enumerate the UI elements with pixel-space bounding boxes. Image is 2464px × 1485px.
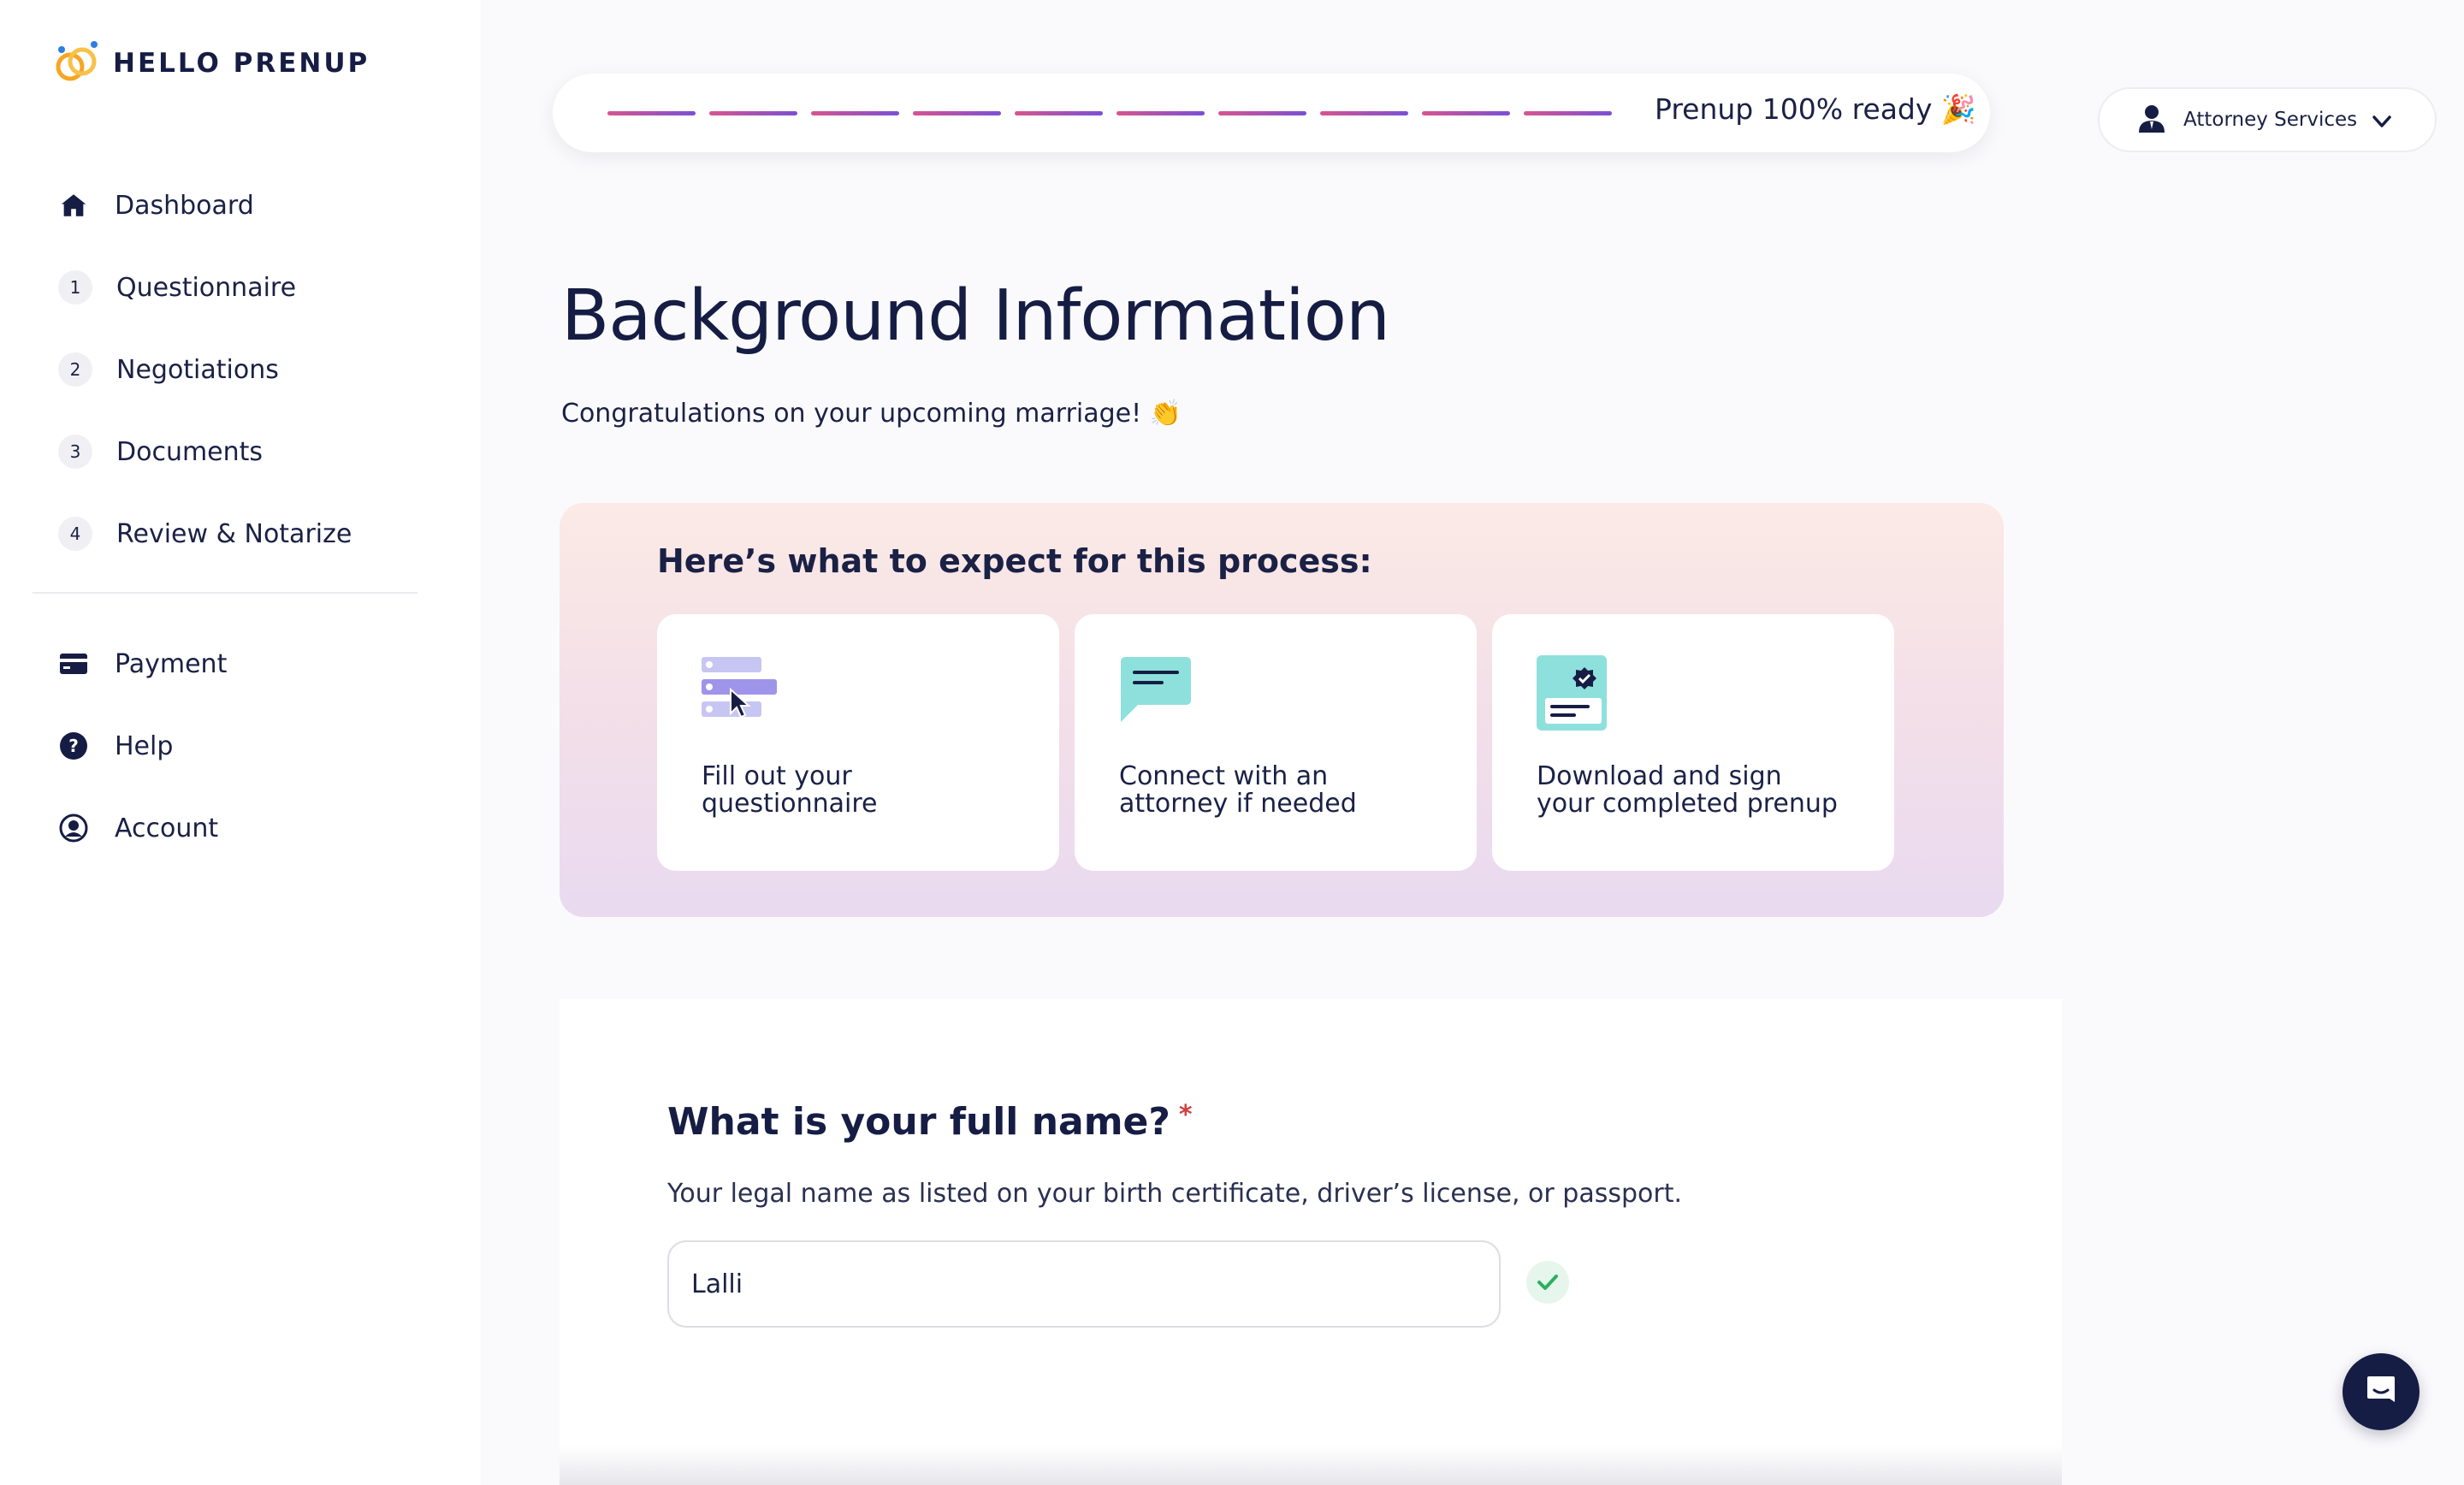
sidebar-item-review-notarize[interactable]: 4 Review & Notarize <box>0 493 481 575</box>
progress-segments <box>607 111 1612 115</box>
progress-segment <box>607 111 696 115</box>
step-number-badge: 4 <box>58 517 92 551</box>
process-step-text: Download and sign your completed prenup <box>1537 761 1838 819</box>
sidebar-item-dashboard[interactable]: Dashboard <box>0 164 481 246</box>
attorney-services-label: Attorney Services <box>2183 109 2358 131</box>
sidebar-item-payment[interactable]: Payment <box>0 623 481 705</box>
progress-segment <box>1524 111 1612 115</box>
person-icon <box>2137 104 2166 136</box>
progress-label: Prenup 100% ready 🎉 <box>1655 92 1976 126</box>
full-name-hint: Your legal name as listed on your birth … <box>667 1179 1682 1209</box>
brand-logo[interactable]: HELLO PRENUP <box>53 39 370 87</box>
sidebar-item-questionnaire[interactable]: 1 Questionnaire <box>0 246 481 328</box>
main-nav: Dashboard 1 Questionnaire 2 Negotiations… <box>0 164 481 575</box>
page-title: Background Information <box>561 275 1390 357</box>
sidebar-item-label: Review & Notarize <box>116 518 352 549</box>
attorney-services-dropdown[interactable]: Attorney Services <box>2098 87 2437 152</box>
secondary-nav: Payment ? Help Account <box>0 623 481 869</box>
chat-icon <box>2364 1373 2398 1411</box>
progress-segment <box>709 111 797 115</box>
progress-segment <box>1116 111 1205 115</box>
sidebar-item-label: Dashboard <box>115 190 254 221</box>
progress-segment <box>1015 111 1103 115</box>
rings-logo-icon <box>53 39 101 87</box>
sidebar-item-label: Payment <box>115 648 228 679</box>
full-name-form-card: What is your full name? * Your legal name… <box>560 999 2062 1485</box>
process-overview-card: Here’s what to expect for this process: … <box>560 503 2004 917</box>
chat-bubble-icon <box>1119 655 1196 727</box>
full-name-question: What is your full name? * <box>667 1100 1193 1144</box>
progress-segment <box>1320 111 1408 115</box>
sidebar-item-negotiations[interactable]: 2 Negotiations <box>0 328 481 411</box>
full-name-input[interactable] <box>667 1240 1501 1328</box>
chat-launcher-button[interactable] <box>2343 1353 2420 1430</box>
step-number-badge: 1 <box>58 270 92 305</box>
process-step-attorney: Connect with an attorney if needed <box>1075 614 1477 871</box>
valid-check-icon <box>1526 1261 1569 1304</box>
prenup-progress: Prenup 100% ready 🎉 <box>553 74 1990 152</box>
process-overview-title: Here’s what to expect for this process: <box>657 542 1372 580</box>
progress-segment <box>811 111 899 115</box>
process-step-download: Download and sign your completed prenup <box>1492 614 1894 871</box>
step-number-badge: 3 <box>58 435 92 469</box>
step-number-badge: 2 <box>58 352 92 387</box>
sidebar-item-label: Account <box>115 813 219 843</box>
sidebar: HELLO PRENUP Dashboard 1 Questionnaire 2… <box>0 0 481 1485</box>
scroll-shadow <box>560 1446 2062 1485</box>
required-marker: * <box>1178 1100 1193 1130</box>
progress-segment <box>1422 111 1510 115</box>
question-text: What is your full name? <box>667 1100 1170 1144</box>
chevron-down-icon <box>2370 109 2394 137</box>
home-icon <box>58 190 89 221</box>
sidebar-item-help[interactable]: ? Help <box>0 705 481 787</box>
sidebar-item-account[interactable]: Account <box>0 787 481 869</box>
svg-text:?: ? <box>68 736 79 756</box>
sidebar-item-label: Negotiations <box>116 354 279 385</box>
credit-card-icon <box>58 648 89 679</box>
sidebar-item-label: Documents <box>116 436 264 467</box>
sidebar-item-label: Help <box>115 731 174 761</box>
certificate-icon <box>1537 655 1608 736</box>
brand-name: HELLO PRENUP <box>113 48 370 79</box>
process-step-text: Connect with an attorney if needed <box>1119 761 1357 819</box>
process-step-text: Fill out your questionnaire <box>702 761 878 819</box>
page-subtitle: Congratulations on your upcoming marriag… <box>561 399 1182 429</box>
help-icon: ? <box>58 731 89 761</box>
sidebar-item-label: Questionnaire <box>116 272 297 303</box>
account-icon <box>58 813 89 843</box>
progress-segment <box>1218 111 1306 115</box>
sidebar-divider <box>33 592 418 594</box>
progress-segment <box>913 111 1001 115</box>
sidebar-item-documents[interactable]: 3 Documents <box>0 411 481 493</box>
form-list-icon <box>702 655 779 724</box>
process-step-questionnaire: Fill out your questionnaire <box>657 614 1059 871</box>
